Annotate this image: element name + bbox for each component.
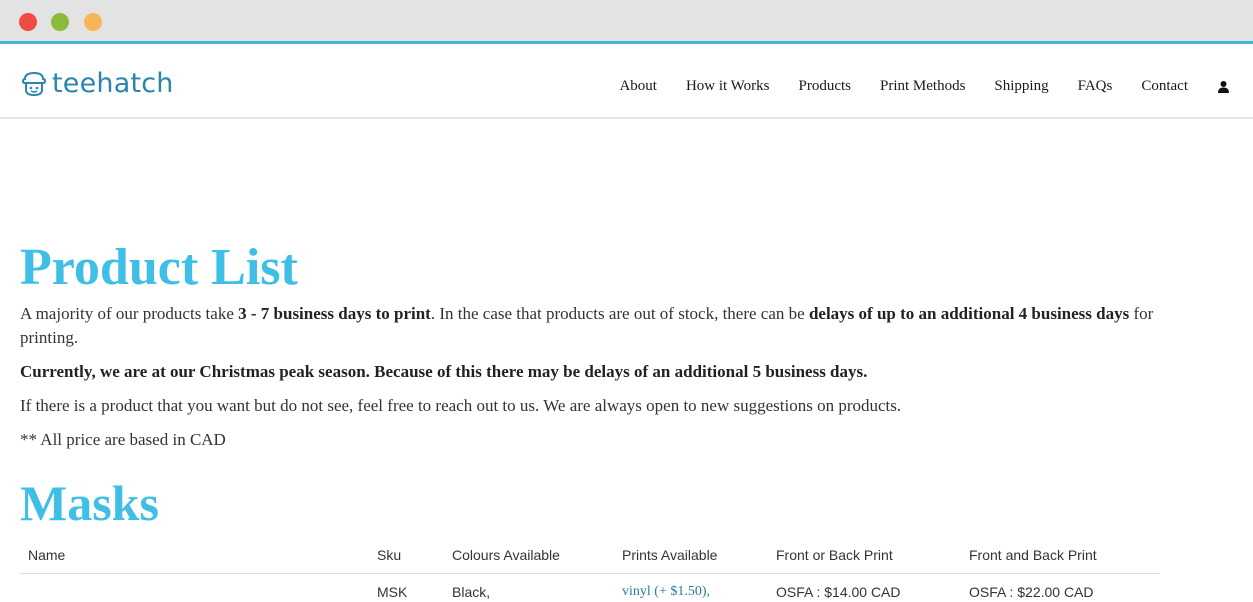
nav-faqs[interactable]: FAQs — [1078, 78, 1113, 95]
nav-how-it-works[interactable]: How it Works — [686, 78, 770, 95]
peak-season-text: Currently, we are at our Christmas peak … — [20, 362, 868, 381]
masks-table: Name Sku Colours Available Prints Availa… — [20, 540, 1160, 602]
logo-text: teehatch — [52, 68, 174, 99]
intro-text-1: A majority of our products take — [20, 304, 239, 323]
window-minimize-button[interactable] — [51, 13, 69, 31]
column-header-colours: Colours Available — [444, 540, 614, 574]
column-header-name: Name — [20, 540, 369, 574]
cell-front-and-back-price: OSFA : $22.00 CAD — [969, 584, 1094, 600]
cell-name — [20, 574, 369, 602]
nav-about[interactable]: About — [619, 78, 657, 95]
column-header-prints: Prints Available — [614, 540, 768, 574]
column-header-sku: Sku — [369, 540, 444, 574]
table-header-row: Name Sku Colours Available Prints Availa… — [20, 540, 1160, 574]
cell-sku: MSK — [377, 584, 408, 600]
nav-contact[interactable]: Contact — [1141, 78, 1188, 95]
site-logo[interactable]: teehatch — [20, 69, 174, 99]
intro-bold-1: 3 - 7 business days to print — [238, 304, 431, 323]
column-header-front-and-back: Front and Back Print — [961, 540, 1160, 574]
cell-colours: Black, — [452, 584, 491, 600]
column-header-front-or-back: Front or Back Print — [768, 540, 961, 574]
nav-print-methods[interactable]: Print Methods — [880, 78, 965, 95]
window-close-button[interactable] — [19, 13, 37, 31]
main-nav: About How it Works Products Print Method… — [590, 78, 1229, 95]
page-title: Product List — [20, 239, 298, 296]
user-icon[interactable] — [1218, 80, 1229, 93]
peak-season-notice: Currently, we are at our Christmas peak … — [20, 360, 1160, 384]
window-titlebar — [0, 0, 1253, 44]
main-content: Product List A majority of our products … — [20, 240, 1160, 602]
nav-products[interactable]: Products — [798, 78, 851, 95]
intro-bold-2: delays of up to an additional 4 business… — [808, 304, 1130, 323]
cell-prints-link[interactable]: vinyl (+ $1.50), — [614, 574, 768, 602]
nav-shipping[interactable]: Shipping — [994, 78, 1048, 95]
intro-paragraph: A majority of our products take 3 - 7 bu… — [20, 302, 1160, 350]
window-maximize-button[interactable] — [84, 13, 102, 31]
hat-mascot-icon — [21, 71, 47, 97]
price-note: ** All price are based in CAD — [20, 430, 226, 449]
cell-front-or-back-price: OSFA : $14.00 CAD — [776, 584, 901, 600]
intro-text-2: . In the case that products are out of s… — [430, 304, 809, 323]
table-row: MSK Black, vinyl (+ $1.50), OSFA : $14.0… — [20, 574, 1160, 602]
site-header: teehatch About How it Works Products Pri… — [0, 47, 1253, 119]
suggestion-paragraph: If there is a product that you want but … — [20, 396, 902, 415]
masks-section-title: Masks — [20, 475, 159, 531]
